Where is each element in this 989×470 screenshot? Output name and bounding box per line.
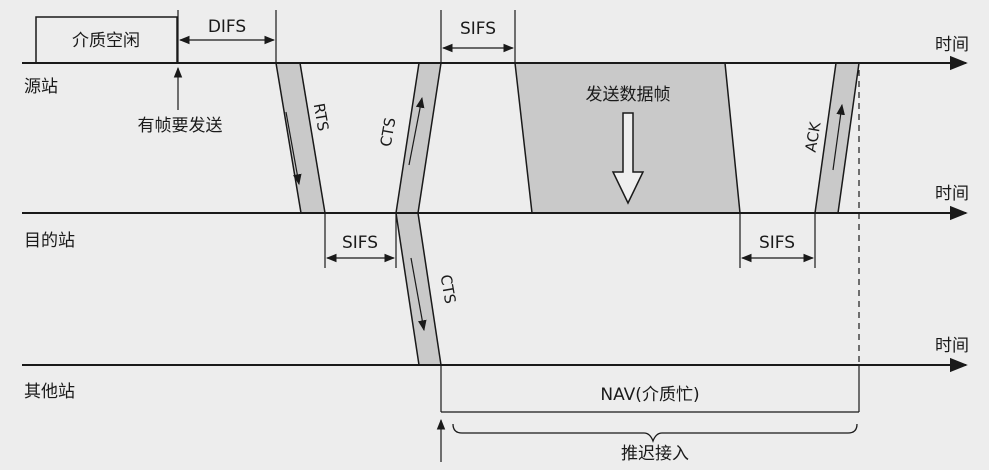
cts-source-label: CTS <box>377 116 400 148</box>
nav-label: NAV(介质忙) <box>600 385 699 405</box>
frame-to-send-label: 有帧要发送 <box>138 116 223 136</box>
difs-label: DIFS <box>208 17 246 37</box>
sifs-right-label: SIFS <box>759 233 795 253</box>
rts-label: RTS <box>310 102 333 133</box>
station-destination-label: 目的站 <box>24 231 75 251</box>
time-label-destination: 时间 <box>935 184 969 204</box>
defer-access-brace <box>452 423 858 443</box>
time-label-others: 时间 <box>935 336 969 356</box>
sifs-mid-label: SIFS <box>342 233 378 253</box>
ack-label: ACK <box>802 120 825 154</box>
rts-frame <box>275 62 326 214</box>
csma-ca-timing-diagram: 介质空闲 时间 时间 时间 源站 目的站 其他站 DIFS 有帧要发送 SIFS… <box>0 0 989 465</box>
diagram-canvas: 介质空闲 时间 时间 时间 源站 目的站 其他站 DIFS 有帧要发送 SIFS… <box>22 10 969 464</box>
station-others-label: 其他站 <box>24 382 75 402</box>
defer-access-label: 推迟接入 <box>621 444 689 464</box>
medium-idle-label: 介质空闲 <box>72 31 140 51</box>
cts-frame-to-others <box>395 212 442 366</box>
station-source-label: 源站 <box>24 77 58 97</box>
send-data-frame-label: 发送数据帧 <box>586 85 671 105</box>
sifs-top-label: SIFS <box>460 19 496 39</box>
cts-frame-to-source <box>395 62 442 214</box>
cts-others-label: CTS <box>437 273 460 305</box>
time-label-source: 时间 <box>935 35 969 55</box>
